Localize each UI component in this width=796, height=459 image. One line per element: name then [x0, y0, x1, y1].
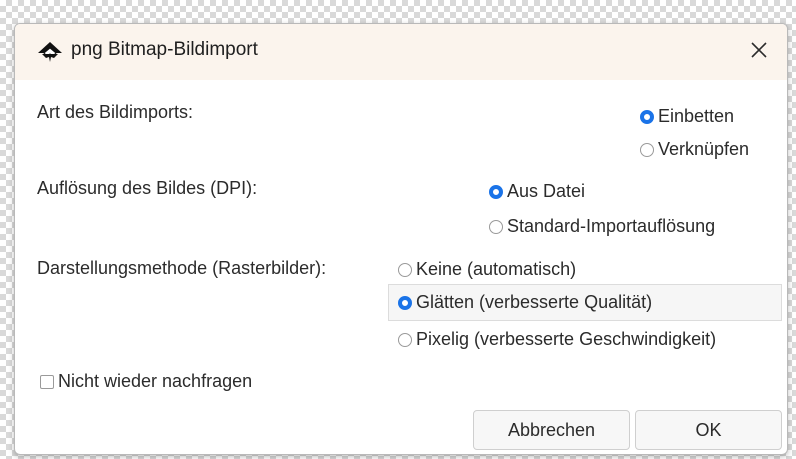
import-type-label: Art des Bildimports: [37, 102, 194, 122]
dialog-title: png Bitmap-Bildimport [71, 39, 258, 60]
close-button[interactable] [731, 24, 787, 80]
inkscape-icon [37, 41, 63, 63]
radio-indicator-selected [489, 184, 503, 199]
cancel-button[interactable]: Abbrechen [473, 410, 630, 450]
radio-indicator-selected [398, 295, 412, 310]
radio-link-label: Verknüpfen [658, 139, 750, 159]
radio-indicator [398, 332, 412, 347]
radio-embed-label: Einbetten [658, 106, 735, 126]
radio-render-smooth[interactable]: Glätten (verbesserte Qualität) [398, 292, 652, 313]
radio-embed[interactable]: Einbetten [640, 106, 734, 127]
radio-indicator [489, 219, 503, 234]
title-bar: png Bitmap-Bildimport [15, 24, 787, 80]
render-method-label: Darstellungsmethode (Rasterbilder): [37, 258, 327, 278]
dont-ask-again-label: Nicht wieder nachfragen [58, 371, 253, 391]
radio-render-none[interactable]: Keine (automatisch) [398, 259, 576, 280]
close-icon [750, 41, 768, 64]
import-dialog: png Bitmap-Bildimport Art des Bildimport… [14, 23, 788, 455]
radio-link[interactable]: Verknüpfen [640, 139, 749, 160]
radio-render-pixelated[interactable]: Pixelig (verbesserte Geschwindigkeit) [398, 329, 716, 350]
checkbox-indicator [40, 374, 54, 389]
radio-dpi-default[interactable]: Standard-Importauflösung [489, 216, 715, 237]
radio-indicator [398, 262, 412, 277]
radio-render-pixelated-label: Pixelig (verbesserte Geschwindigkeit) [416, 329, 717, 349]
radio-indicator-selected [640, 109, 654, 124]
dont-ask-again-checkbox[interactable]: Nicht wieder nachfragen [40, 371, 252, 392]
radio-render-none-label: Keine (automatisch) [416, 259, 577, 279]
radio-dpi-default-label: Standard-Importauflösung [507, 216, 716, 236]
radio-dpi-from-file[interactable]: Aus Datei [489, 181, 585, 202]
dpi-label: Auflösung des Bildes (DPI): [37, 178, 258, 198]
radio-dpi-from-file-label: Aus Datei [507, 181, 586, 201]
radio-indicator [640, 142, 654, 157]
ok-button[interactable]: OK [635, 410, 782, 450]
radio-render-smooth-label: Glätten (verbesserte Qualität) [416, 292, 653, 312]
